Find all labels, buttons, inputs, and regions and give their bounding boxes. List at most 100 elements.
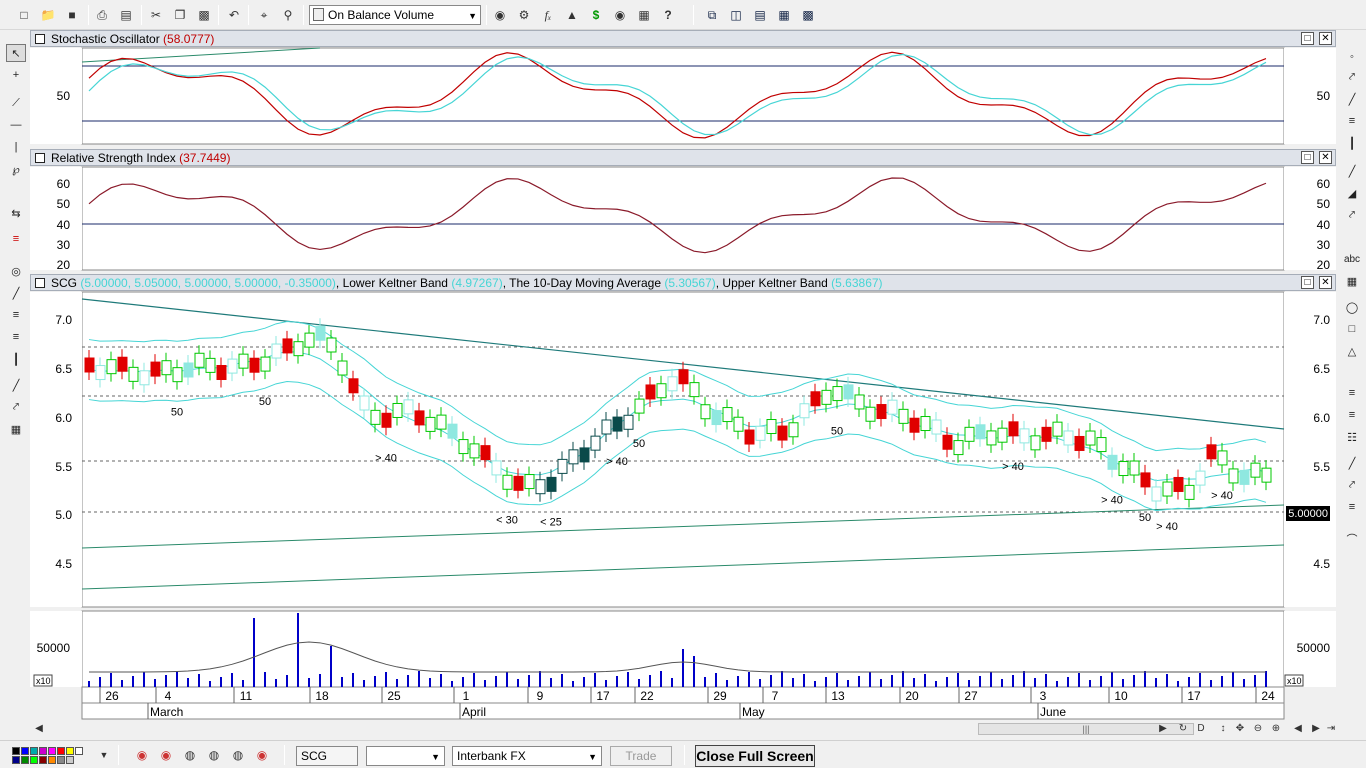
rsi-pane-title: Relative Strength Index (37.7449) □ ✕ (30, 149, 1336, 166)
candle (1206, 444, 1217, 460)
candle (425, 416, 436, 432)
chart-scrollbar[interactable]: ◀ ||| ▶ ↻ D ↕ ✥ ⊖ ⊕ ◀ ▶ ⇥ (30, 720, 1336, 738)
candle (821, 389, 832, 405)
candle (766, 419, 777, 435)
day-label: 11 (240, 689, 253, 703)
candle (315, 325, 326, 341)
trade-button[interactable]: Trade (610, 746, 672, 766)
color-palette[interactable] (12, 747, 100, 765)
candle (1019, 428, 1030, 444)
rsi-tick-40-right: 40 (1317, 218, 1331, 232)
maximize-icon[interactable]: □ (1301, 151, 1314, 164)
candle (1217, 450, 1228, 466)
browser-icon-3[interactable]: ◉ (252, 745, 272, 765)
signal-label: > 40 (1101, 494, 1123, 506)
candle (458, 439, 469, 455)
upper-keltner-value: (5.63867) (831, 276, 883, 290)
end-icon[interactable]: ⇥ (1324, 722, 1338, 736)
day-label: 10 (1114, 689, 1128, 703)
candle (557, 458, 568, 474)
candle (414, 410, 425, 426)
scroll-left-icon[interactable]: ◀ (32, 722, 46, 736)
signal-label: > 40 (1002, 461, 1024, 473)
price-pane-title: SCG (5.00000, 5.05000, 5.00000, 5.00000,… (30, 274, 1336, 291)
exchange-select[interactable]: Interbank FX ▼ (452, 746, 602, 766)
symbol-input[interactable]: SCG (296, 746, 358, 766)
candle (293, 341, 304, 357)
candle (546, 476, 557, 492)
day-label: 27 (964, 689, 978, 703)
candle (612, 416, 623, 432)
month-label: May (742, 705, 765, 719)
browser-icon[interactable]: ◉ (132, 745, 152, 765)
rsi-tick-60: 60 (57, 177, 71, 191)
close-icon[interactable]: ✕ (1319, 151, 1332, 164)
candle (403, 399, 414, 415)
day-label: 24 (1261, 689, 1275, 703)
move-icon[interactable]: ✥ (1233, 722, 1247, 736)
binoculars-small-icon-2[interactable]: ◍ (204, 745, 224, 765)
price-symbol: SCG (51, 276, 78, 290)
pane-icon (35, 278, 45, 288)
periodicity-icon[interactable]: D (1194, 722, 1208, 736)
maximize-icon[interactable]: □ (1301, 276, 1314, 289)
rsi-tick-60-right: 60 (1317, 177, 1331, 191)
candle (623, 414, 634, 430)
ma-value: (5.30567) (664, 276, 716, 290)
volume-tick-left: 50000 (37, 641, 71, 655)
candle (1184, 484, 1195, 500)
candle (590, 435, 601, 451)
day-label: 18 (315, 689, 329, 703)
signal-label: > 40 (1156, 521, 1178, 533)
signal-label: 50 (259, 396, 271, 408)
binoculars-small-icon[interactable]: ◍ (180, 745, 200, 765)
candle (1030, 435, 1041, 451)
rsi-tick-20: 20 (57, 258, 71, 272)
periodicity-select[interactable]: ▼ (366, 746, 445, 766)
candle (161, 360, 172, 376)
palette-dropdown-icon[interactable]: ▼ (94, 745, 114, 765)
zoom-out-icon[interactable]: ⊖ (1251, 722, 1265, 736)
month-label: March (150, 705, 183, 719)
scroll-right-icon[interactable]: ▶ (1156, 722, 1170, 736)
chart-area: 50 50 > 40 < 30 < 25 > 40 50 50 > 40 50 > 40 > 40 > … (30, 31, 1336, 720)
candle (788, 422, 799, 438)
browser-icon-2[interactable]: ◉ (156, 745, 176, 765)
step-left-icon[interactable]: ◀ (1291, 722, 1305, 736)
day-label: 22 (640, 689, 654, 703)
candle (1195, 470, 1206, 486)
candle (1250, 462, 1261, 478)
current-price-label: 5.00000 (1288, 508, 1328, 520)
ma-label: The 10-Day Moving Average (509, 276, 662, 290)
candle (337, 360, 348, 376)
candle (634, 398, 645, 414)
candle (733, 416, 744, 432)
binoculars-small-icon-3[interactable]: ◍ (228, 745, 248, 765)
candle (942, 434, 953, 450)
day-label: 25 (387, 689, 401, 703)
price-tick-4-5-right: 4.5 (1313, 557, 1330, 571)
candle (139, 370, 150, 386)
zoom-in-icon[interactable]: ⊕ (1269, 722, 1283, 736)
step-right-icon[interactable]: ▶ (1309, 722, 1323, 736)
chevron-down-icon: ▼ (431, 752, 440, 762)
candle (227, 358, 238, 374)
day-label: 17 (1187, 689, 1201, 703)
close-full-screen-button[interactable]: Close Full Screen (695, 745, 815, 767)
candle (1140, 472, 1151, 488)
price-tick-7-right: 7.0 (1313, 313, 1330, 327)
expand-vertical-icon[interactable]: ↕ (1216, 722, 1230, 736)
chevron-down-icon: ▼ (588, 752, 597, 762)
candle (920, 416, 931, 432)
day-label: 29 (713, 689, 727, 703)
refresh-icon[interactable]: ↻ (1176, 722, 1190, 736)
day-label: 26 (105, 689, 119, 703)
maximize-icon[interactable]: □ (1301, 32, 1314, 45)
bottom-toolbar: ▼ ◉ ◉ ◍ ◍ ◍ ◉ SCG ▼ Interbank FX ▼ Trade … (0, 740, 1366, 768)
close-icon[interactable]: ✕ (1319, 276, 1332, 289)
candle (854, 394, 865, 410)
candle (1261, 467, 1272, 483)
candle (260, 356, 271, 372)
close-icon[interactable]: ✕ (1319, 32, 1332, 45)
candle (975, 424, 986, 440)
